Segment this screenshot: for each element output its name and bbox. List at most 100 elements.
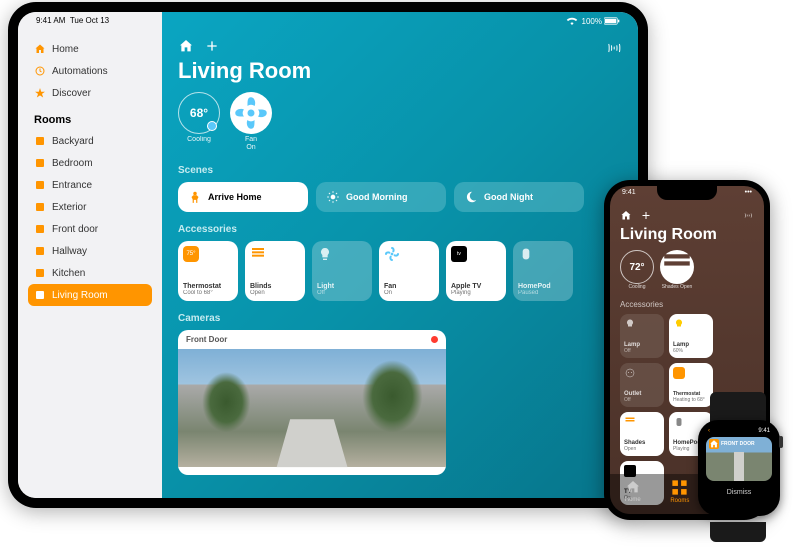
room-icon [34, 157, 46, 169]
accessory-thermostat[interactable]: 75°ThermostatCool to 68° [178, 241, 238, 301]
scene-good-morning[interactable]: Good Morning [316, 182, 446, 212]
watch-card-title: FRONT DOOR [721, 441, 755, 447]
broadcast-button[interactable] [742, 208, 754, 223]
iphone-header [620, 208, 754, 223]
accessory-state: Paused [518, 290, 568, 296]
accessory-homepod[interactable]: HomePodPaused [513, 241, 573, 301]
home-icon [34, 43, 46, 55]
bulb-icon [673, 318, 685, 330]
climate-temp[interactable]: 68° Cooling [178, 92, 220, 151]
tab-home[interactable]: Home [625, 479, 641, 502]
watch-time: 9:41 [758, 428, 770, 434]
homepod-icon [518, 246, 534, 262]
tile-outlet[interactable]: OutletOff [620, 363, 664, 407]
room-icon [34, 245, 46, 257]
temp-label: Cooling [178, 136, 220, 144]
watch-case: ‹ 9:41 FRONT DOOR Dismiss [698, 420, 780, 516]
sidebar-favorites: Home Automations Discover [28, 38, 152, 104]
watch-crown[interactable] [779, 436, 783, 448]
scene-label: Good Night [484, 192, 533, 202]
watch-band [710, 522, 766, 542]
climate-temp[interactable]: 72°Cooling [620, 250, 654, 290]
iphone-notch [657, 186, 717, 200]
sidebar-item-label: Bedroom [52, 158, 93, 169]
sidebar-item-label: Front door [52, 224, 98, 235]
accessory-name: Blinds [250, 283, 300, 291]
scenes-label: Scenes [178, 165, 622, 176]
temp-value: 68° [190, 106, 208, 120]
ipad-device: 9:41 AM Tue Oct 13 100% Home Automations… [8, 2, 648, 508]
sidebar-section-rooms: Rooms [34, 114, 146, 126]
home-icon [709, 439, 719, 449]
room-icon [34, 135, 46, 147]
signal-icon: ••• [745, 189, 752, 196]
watch-camera-card[interactable]: FRONT DOOR [706, 437, 772, 481]
add-button[interactable] [204, 38, 220, 54]
scene-good-night[interactable]: Good Night [454, 182, 584, 212]
accessory-fan[interactable]: FanOn [379, 241, 439, 301]
add-button[interactable] [640, 208, 652, 223]
sidebar-item-backyard[interactable]: Backyard [28, 130, 152, 152]
sidebar-item-kitchen[interactable]: Kitchen [28, 262, 152, 284]
accessory-light[interactable]: LightOff [312, 241, 372, 301]
accessory-name: Fan [384, 283, 434, 291]
discover-icon [34, 87, 46, 99]
sidebar-item-livingroom[interactable]: Living Room [28, 284, 152, 306]
fan-icon [384, 246, 400, 262]
accessory-name: Thermostat [183, 283, 233, 291]
tile-lamp-1[interactable]: LampOff [620, 314, 664, 358]
broadcast-button[interactable] [606, 40, 622, 61]
sidebar-item-bedroom[interactable]: Bedroom [28, 152, 152, 174]
camera-card[interactable]: Front Door [178, 330, 446, 475]
climate-fan[interactable]: FanOn [230, 92, 272, 151]
scene-label: Arrive Home [208, 192, 262, 202]
cameras-section: Front Door [178, 330, 622, 475]
scene-arrive-home[interactable]: Arrive Home [178, 182, 308, 212]
moon-icon [464, 190, 478, 204]
sidebar-item-label: Backyard [52, 136, 94, 147]
sidebar-item-label: Kitchen [52, 268, 85, 279]
room-icon [34, 223, 46, 235]
accessory-state: Playing [451, 290, 501, 296]
sidebar-item-entrance[interactable]: Entrance [28, 174, 152, 196]
accessory-blinds[interactable]: BlindsOpen [245, 241, 305, 301]
blinds-icon [250, 246, 266, 262]
main-header [178, 38, 622, 54]
home-button[interactable] [620, 208, 632, 223]
sidebar-item-discover[interactable]: Discover [28, 82, 152, 104]
tv-icon: tv [451, 246, 467, 262]
sidebar-item-label: Entrance [52, 180, 92, 191]
sun-icon [326, 190, 340, 204]
sidebar-item-hallway[interactable]: Hallway [28, 240, 152, 262]
sidebar-item-home[interactable]: Home [28, 38, 152, 60]
ipad-screen: 9:41 AM Tue Oct 13 100% Home Automations… [18, 12, 638, 498]
status-bar-right: 100% [564, 16, 620, 26]
accessory-state: Cool to 68° [183, 290, 233, 296]
accessory-appletv[interactable]: tv Apple TVPlaying [446, 241, 506, 301]
cameras-label: Cameras [178, 313, 622, 324]
sidebar-item-frontdoor[interactable]: Front door [28, 218, 152, 240]
back-button[interactable]: ‹ [708, 428, 710, 434]
iphone-climate: 72°Cooling Shades Open [620, 250, 754, 290]
tile-lamp-2[interactable]: Lamp60% [669, 314, 713, 358]
scene-label: Good Morning [346, 192, 407, 202]
cooling-indicator-icon [207, 121, 217, 131]
accessory-name: Light [317, 283, 367, 291]
climate-shades[interactable]: Shades Open [660, 250, 694, 290]
watch-device: ‹ 9:41 FRONT DOOR Dismiss [680, 392, 810, 542]
home-button[interactable] [178, 38, 194, 54]
room-icon [34, 289, 46, 301]
watch-screen: ‹ 9:41 FRONT DOOR Dismiss [702, 424, 776, 512]
blinds-icon [660, 250, 694, 284]
dismiss-button[interactable]: Dismiss [702, 489, 776, 496]
accessory-name: Apple TV [451, 283, 501, 291]
sidebar-item-label: Discover [52, 88, 91, 99]
sidebar-item-label: Exterior [52, 202, 86, 213]
sidebar-item-automations[interactable]: Automations [28, 60, 152, 82]
accessory-state: On [384, 290, 434, 296]
sidebar-item-exterior[interactable]: Exterior [28, 196, 152, 218]
room-icon [34, 179, 46, 191]
sidebar-item-label: Home [52, 44, 79, 55]
tile-shades[interactable]: ShadesOpen [620, 412, 664, 456]
thermostat-icon [673, 367, 685, 379]
